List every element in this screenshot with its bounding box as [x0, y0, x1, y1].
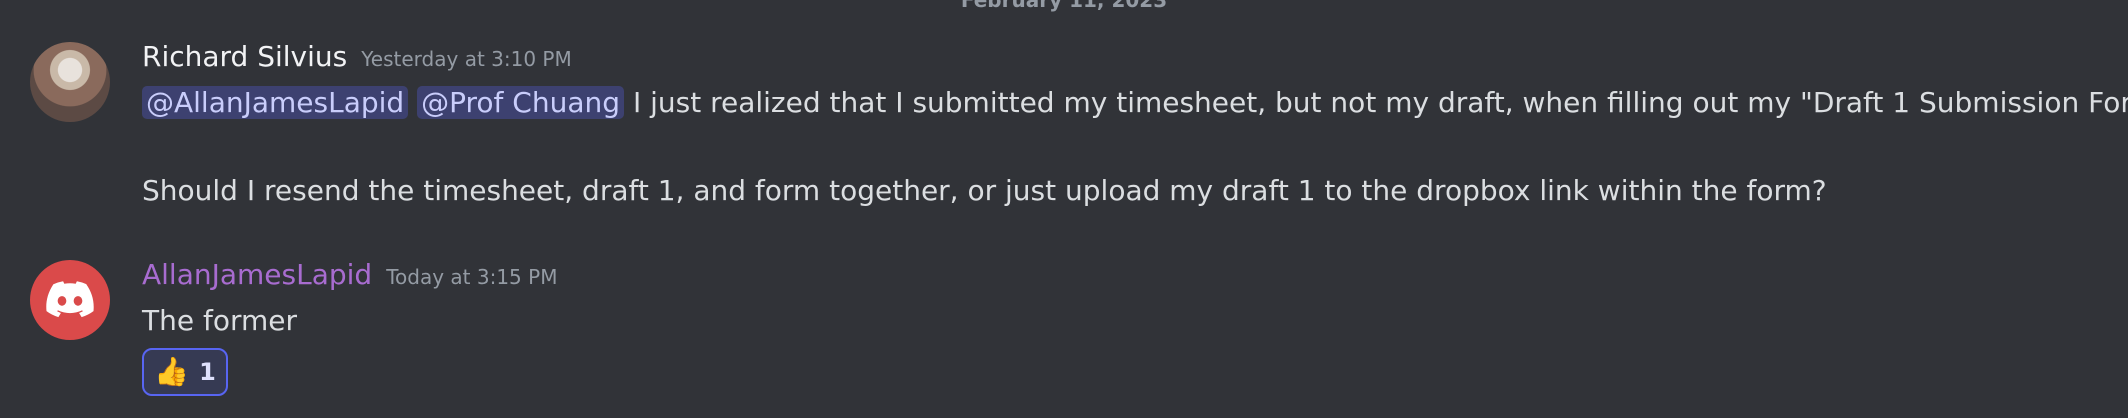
avatar[interactable]: [30, 42, 110, 122]
message-text: The former: [142, 304, 297, 337]
mention-prof-chuang[interactable]: @Prof Chuang: [417, 86, 625, 119]
message-header: AllanJamesLapid Today at 3:15 PM: [142, 258, 557, 291]
reaction-thumbs-up[interactable]: 👍 1: [142, 348, 228, 396]
thumbs-up-icon: 👍: [154, 355, 190, 388]
timestamp: Yesterday at 3:10 PM: [361, 47, 572, 71]
message-richard: Richard Silvius Yesterday at 3:10 PM @Al…: [0, 0, 2128, 220]
discord-logo-icon: [46, 281, 94, 318]
message-allan: AllanJamesLapid Today at 3:15 PM The for…: [0, 250, 2128, 418]
message-header: Richard Silvius Yesterday at 3:10 PM: [142, 40, 572, 73]
message-line-2: Should I resend the timesheet, draft 1, …: [142, 174, 1827, 207]
message-text: @AllanJamesLapid @Prof Chuang I just rea…: [142, 83, 2128, 123]
username[interactable]: Richard Silvius: [142, 40, 347, 73]
reaction-count: 1: [199, 358, 216, 386]
avatar[interactable]: [30, 260, 110, 340]
message-line-1: I just realized that I submitted my time…: [632, 86, 2128, 119]
username[interactable]: AllanJamesLapid: [142, 258, 372, 291]
timestamp: Today at 3:15 PM: [386, 265, 558, 289]
mention-allan[interactable]: @AllanJamesLapid: [142, 86, 409, 119]
